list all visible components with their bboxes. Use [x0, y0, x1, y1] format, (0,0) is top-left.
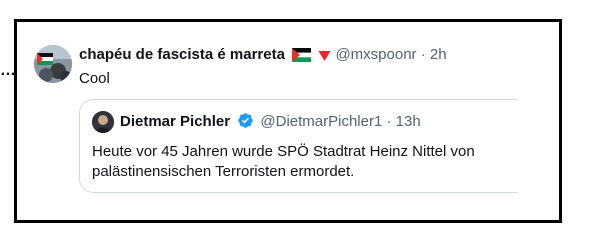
quoted-avatar[interactable] [92, 111, 114, 133]
avatar-image [34, 45, 72, 83]
quoted-author-name[interactable]: Dietmar Pichler [120, 113, 230, 130]
quoted-separator-dot: · [386, 113, 392, 130]
quoted-author-handle[interactable]: @DietmarPichler1 [260, 113, 382, 130]
avatar[interactable] [34, 45, 72, 83]
red-triangle-icon [318, 51, 331, 61]
author-name[interactable]: chapéu de fascista é marreta [79, 46, 285, 63]
quoted-avatar-image [92, 111, 114, 133]
separator-dot: · [420, 46, 426, 63]
verified-badge-icon [238, 113, 253, 128]
tweet-text: Cool [79, 70, 110, 87]
quoted-timestamp[interactable]: 13h [396, 113, 421, 130]
timestamp[interactable]: 2h [430, 46, 447, 63]
quoted-tweet-text: Heute vor 45 Jahren wurde SPÖ Stadtrat H… [92, 143, 475, 180]
quoted-header: Dietmar Pichler @DietmarPichler1 · 13h [120, 112, 421, 131]
author-handle[interactable]: @mxspoonr [335, 46, 416, 63]
quoted-tweet[interactable]: Dietmar Pichler @DietmarPichler1 · 13h H… [79, 99, 518, 193]
more-options-icon[interactable]: … [0, 62, 16, 80]
palestine-flag-icon [292, 48, 312, 62]
tweet-header: chapéu de fascista é marreta @mxspoonr ·… [79, 46, 447, 64]
tweet-card[interactable]: chapéu de fascista é marreta @mxspoonr ·… [14, 19, 562, 223]
